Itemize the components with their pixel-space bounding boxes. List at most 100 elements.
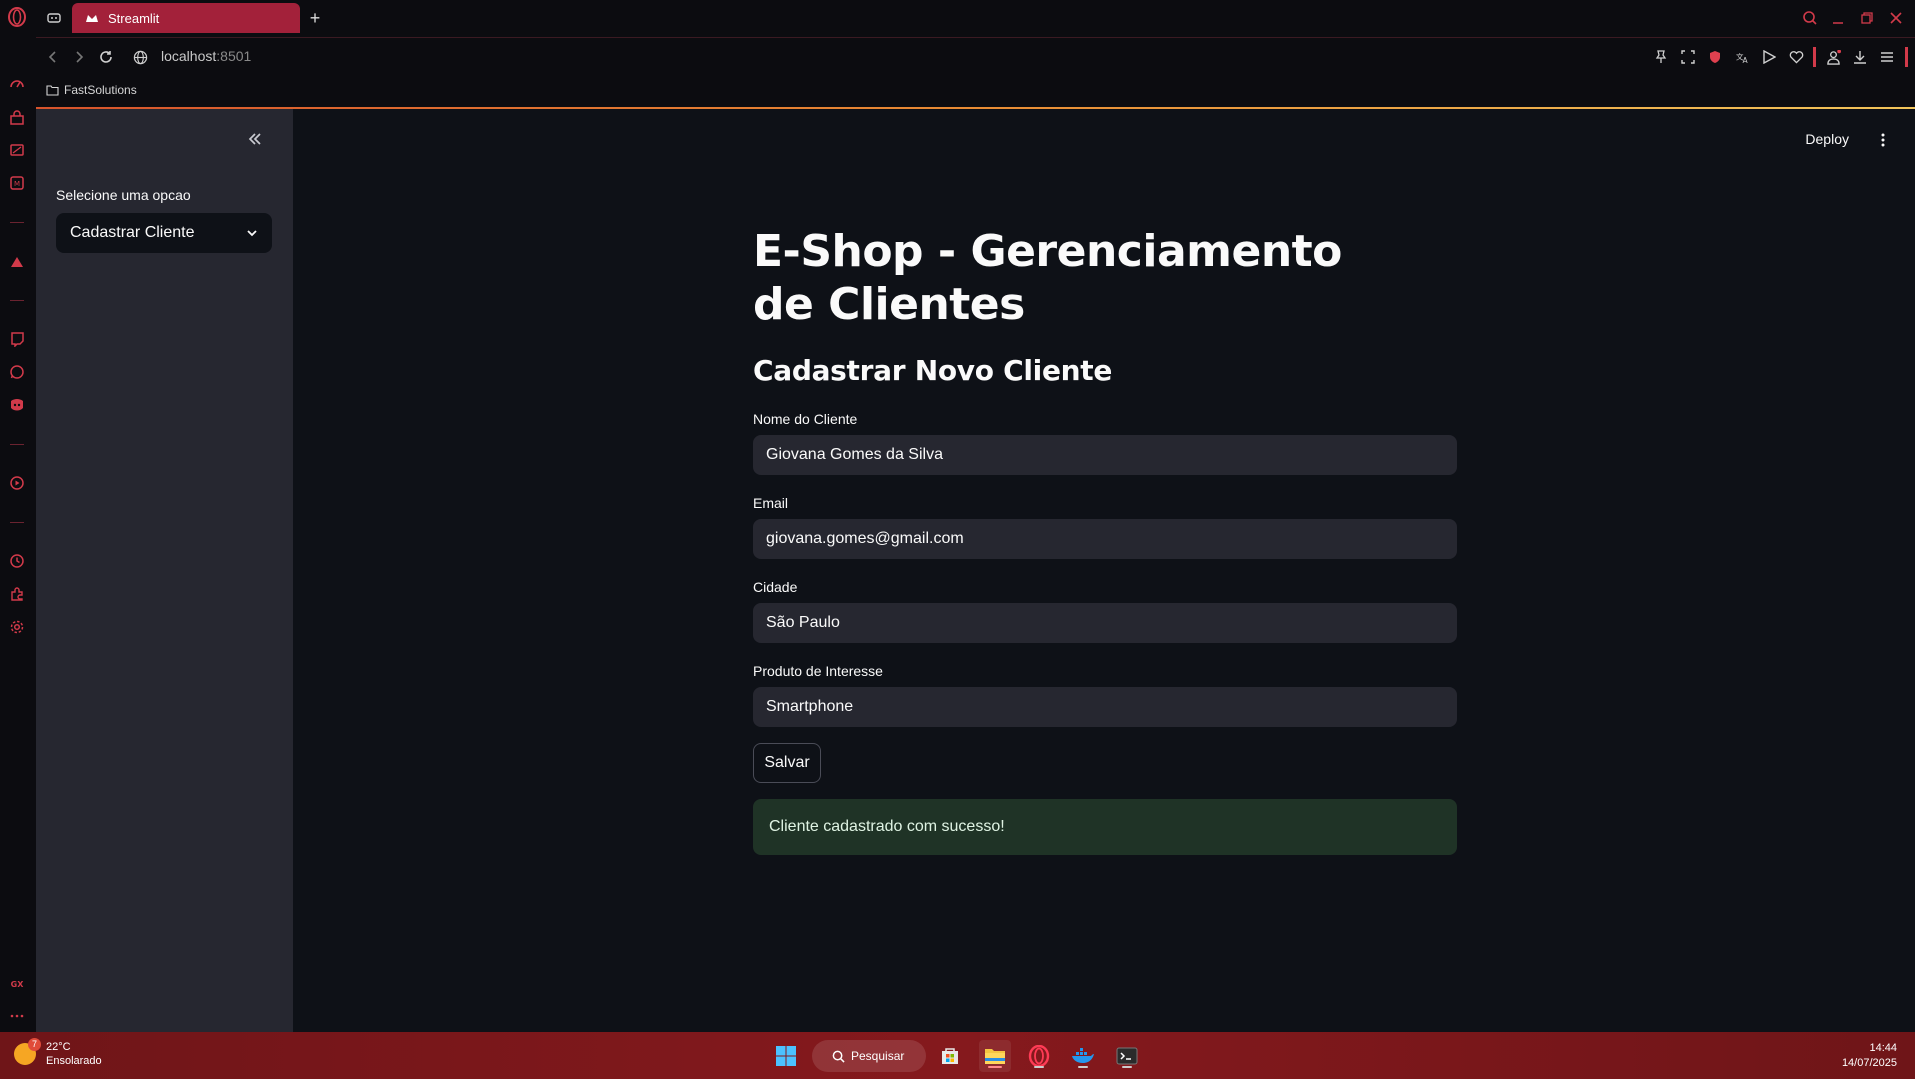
save-button[interactable]: Salvar bbox=[753, 743, 821, 783]
url-port: :8501 bbox=[216, 48, 252, 64]
streamlit-app: Selecione uma opcao Cadastrar Cliente De… bbox=[36, 109, 1915, 1032]
download-icon[interactable] bbox=[1851, 48, 1869, 66]
profile-icon[interactable] bbox=[1824, 48, 1842, 66]
more-dots-icon[interactable] bbox=[7, 1006, 27, 1026]
gx-icon[interactable]: GX bbox=[7, 974, 27, 994]
product-input[interactable]: Smartphone bbox=[753, 687, 1457, 727]
svg-text:M: M bbox=[14, 180, 20, 188]
opera-logo-icon[interactable] bbox=[6, 6, 28, 28]
bookmark-folder-label: FastSolutions bbox=[64, 83, 137, 97]
toolbar-divider bbox=[1813, 47, 1816, 67]
bookmark-folder-fastsolutions[interactable]: FastSolutions bbox=[46, 83, 137, 97]
running-indicator bbox=[1078, 1066, 1088, 1068]
option-select[interactable]: Cadastrar Cliente bbox=[56, 213, 272, 253]
collapse-sidebar-button[interactable] bbox=[243, 127, 267, 151]
running-indicator bbox=[1122, 1066, 1132, 1068]
forward-button[interactable] bbox=[70, 48, 88, 66]
url-host: localhost bbox=[161, 48, 217, 64]
rail-divider bbox=[10, 222, 24, 223]
url-field[interactable]: localhost:8501 bbox=[161, 48, 251, 64]
system-clock[interactable]: 14:44 14/07/2025 bbox=[1842, 1041, 1897, 1071]
new-tab-button[interactable]: + bbox=[306, 9, 324, 27]
search-tabs-icon[interactable] bbox=[1800, 8, 1820, 28]
translate-icon[interactable]: 文A bbox=[1733, 48, 1751, 66]
double-chevron-left-icon bbox=[248, 133, 261, 145]
windows-taskbar: 7 22°C Ensolarado Pesquisar 14:44 14/07/… bbox=[0, 1032, 1915, 1079]
product-field-label: Produto de Interesse bbox=[753, 663, 883, 679]
weather-desc: Ensolarado bbox=[46, 1055, 102, 1067]
settings-gear-icon[interactable] bbox=[7, 617, 27, 637]
speed-dial-icon[interactable] bbox=[7, 74, 27, 94]
main-menu-button[interactable] bbox=[1873, 128, 1893, 152]
taskbar-search[interactable]: Pesquisar bbox=[812, 1040, 926, 1072]
active-indicator bbox=[988, 1066, 1002, 1068]
history-icon[interactable] bbox=[7, 551, 27, 571]
kebab-menu-icon bbox=[1881, 133, 1885, 147]
taskbar-search-label: Pesquisar bbox=[851, 1049, 905, 1063]
deploy-button[interactable]: Deploy bbox=[1797, 127, 1857, 151]
aria-icon[interactable] bbox=[7, 252, 27, 272]
twitch-icon[interactable] bbox=[7, 329, 27, 349]
tab-strip: Streamlit + bbox=[36, 0, 1915, 37]
app-sidebar: Selecione uma opcao Cadastrar Cliente bbox=[36, 109, 293, 1032]
running-indicator bbox=[1034, 1066, 1044, 1068]
success-message: Cliente cadastrado com sucesso! bbox=[769, 818, 1005, 835]
streamlit-favicon-icon bbox=[84, 10, 100, 26]
folder-icon bbox=[46, 84, 59, 96]
clock-date: 14/07/2025 bbox=[1841, 1057, 1897, 1069]
svg-text:A: A bbox=[1742, 56, 1748, 65]
tab-streamlit[interactable]: Streamlit bbox=[72, 3, 300, 33]
page-title: E-Shop - Gerenciamento de Clientes bbox=[753, 226, 1342, 330]
terminal-icon[interactable] bbox=[1111, 1040, 1143, 1072]
site-info-globe-icon[interactable] bbox=[131, 48, 149, 66]
chevron-down-icon bbox=[247, 230, 257, 237]
select-label: Selecione uma opcao bbox=[56, 187, 191, 203]
success-alert: Cliente cadastrado com sucesso! bbox=[753, 799, 1457, 855]
workspaces-icon[interactable] bbox=[44, 8, 64, 28]
city-input[interactable]: São Paulo bbox=[753, 603, 1457, 643]
mail-icon[interactable]: M bbox=[7, 173, 27, 193]
address-bar: localhost:8501 文A bbox=[36, 37, 1915, 75]
close-window-button[interactable] bbox=[1886, 8, 1906, 28]
opera-gx-taskbar-icon[interactable] bbox=[1023, 1040, 1055, 1072]
city-field-label: Cidade bbox=[753, 579, 798, 595]
rail-divider bbox=[10, 444, 24, 445]
opera-sidebar: M GX bbox=[0, 0, 36, 1032]
whatsapp-icon[interactable] bbox=[7, 362, 27, 382]
games-icon[interactable] bbox=[7, 140, 27, 160]
easy-setup-menu-icon[interactable] bbox=[1878, 48, 1896, 66]
file-explorer-icon[interactable] bbox=[979, 1040, 1011, 1072]
weather-temp: 22°C bbox=[46, 1041, 71, 1053]
toolbar-divider bbox=[1905, 47, 1908, 67]
adblock-shield-icon[interactable] bbox=[1706, 48, 1724, 66]
minimize-button[interactable] bbox=[1828, 8, 1848, 28]
docker-icon[interactable] bbox=[1067, 1040, 1099, 1072]
restore-button[interactable] bbox=[1857, 8, 1877, 28]
select-value: Cadastrar Cliente bbox=[70, 224, 195, 241]
reload-button[interactable] bbox=[97, 48, 115, 66]
extensions-icon[interactable] bbox=[7, 584, 27, 604]
heart-icon[interactable] bbox=[1787, 48, 1805, 66]
name-input[interactable]: Giovana Gomes da Silva bbox=[753, 435, 1457, 475]
discord-icon[interactable] bbox=[7, 395, 27, 415]
tab-title: Streamlit bbox=[108, 10, 160, 26]
search-icon bbox=[832, 1050, 845, 1063]
rail-divider bbox=[10, 300, 24, 301]
send-icon[interactable] bbox=[1760, 48, 1778, 66]
bookmarks-bar: FastSolutions bbox=[36, 75, 1915, 108]
svg-text:GX: GX bbox=[11, 980, 25, 989]
sun-icon: 7 bbox=[14, 1038, 41, 1065]
weather-widget[interactable]: 7 22°C Ensolarado bbox=[14, 1038, 102, 1068]
microsoft-store-icon[interactable] bbox=[934, 1040, 966, 1072]
rail-divider bbox=[10, 522, 24, 523]
weather-badge: 7 bbox=[28, 1038, 41, 1051]
player-icon[interactable] bbox=[7, 473, 27, 493]
windows-start-icon[interactable] bbox=[770, 1040, 802, 1072]
snapshot-icon[interactable] bbox=[1679, 48, 1697, 66]
shopping-icon[interactable] bbox=[7, 108, 27, 128]
back-button[interactable] bbox=[44, 48, 62, 66]
email-field-label: Email bbox=[753, 495, 789, 511]
name-field-label: Nome do Cliente bbox=[753, 411, 858, 427]
email-input[interactable]: giovana.gomes@gmail.com bbox=[753, 519, 1457, 559]
pin-icon[interactable] bbox=[1652, 48, 1670, 66]
